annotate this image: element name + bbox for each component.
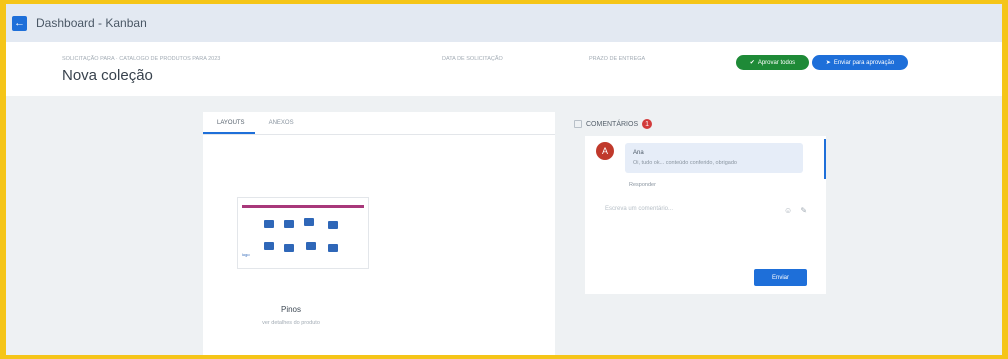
- tab-layouts[interactable]: LAYOUTS: [203, 112, 255, 134]
- deadline-label: PRAZO DE ENTREGA: [589, 56, 646, 62]
- layouts-panel: LAYOUTS ANEXOS logo Pinos ver detalhes d…: [203, 112, 555, 355]
- comments-title: COMENTÁRIOS: [586, 120, 639, 128]
- comment-author: Ana: [633, 150, 644, 156]
- product-details-link[interactable]: ver detalhes do produto: [203, 320, 379, 326]
- approve-all-label: Aprovar todos: [757, 59, 796, 66]
- thumbnail-item-icon: [328, 221, 338, 229]
- panel-tabs: LAYOUTS ANEXOS: [203, 112, 555, 135]
- page-title: Nova coleção: [62, 67, 153, 84]
- thumbnail-item-icon: [306, 242, 316, 250]
- product-name: Pinos: [280, 305, 301, 314]
- request-date-label: DATA DE SOLICITAÇÃO: [442, 56, 503, 62]
- page-header: SOLICITAÇÃO PARA · CATALOGO DE PRODUTOS …: [6, 42, 1002, 96]
- comment-bubble: Ana Oi, tudo ok... conteúdo conferido, o…: [625, 143, 803, 173]
- comments-panel: A Ana Oi, tudo ok... conteúdo conferido,…: [585, 136, 826, 294]
- check-icon: ✔: [749, 60, 755, 66]
- thumbnail-logo: logo: [242, 252, 250, 257]
- emoji-icon[interactable]: ☺ ✎: [784, 206, 810, 215]
- thumbnail-item-icon: [284, 244, 294, 252]
- comment-text: Oi, tudo ok... conteúdo conferido, obrig…: [633, 160, 737, 166]
- app-window: ← Dashboard - Kanban SOLICITAÇÃO PARA · …: [6, 4, 1002, 355]
- top-bar: ← Dashboard - Kanban: [6, 4, 1002, 42]
- collection-meta: SOLICITAÇÃO PARA · CATALOGO DE PRODUTOS …: [62, 56, 221, 62]
- thumbnail-item-icon: [328, 244, 338, 252]
- thumbnail-item-icon: [264, 220, 274, 228]
- comments-checkbox[interactable]: [574, 120, 582, 128]
- comments-scrollbar[interactable]: [824, 139, 826, 179]
- send-for-approval-label: Enviar para aprovação: [833, 59, 895, 66]
- comments-count-badge: 1: [642, 119, 653, 129]
- tab-attachments[interactable]: ANEXOS: [255, 112, 304, 134]
- thumbnail-item-icon: [264, 242, 274, 250]
- send-for-approval-button[interactable]: ➤ Enviar para aprovação: [812, 55, 908, 70]
- send-icon: ➤: [825, 60, 831, 66]
- comment-input[interactable]: Escreva um comentário...: [605, 206, 805, 220]
- approve-all-button[interactable]: ✔ Aprovar todos: [736, 55, 809, 70]
- thumbnail-banner: [242, 205, 364, 208]
- reply-link[interactable]: Responder: [629, 182, 656, 188]
- back-arrow-icon[interactable]: ←: [12, 15, 27, 31]
- send-comment-button[interactable]: Enviar: [754, 269, 807, 286]
- breadcrumb[interactable]: Dashboard - Kanban: [36, 16, 147, 30]
- thumbnail-item-icon: [304, 218, 314, 226]
- comments-header: COMENTÁRIOS 1: [574, 119, 653, 129]
- avatar: A: [596, 142, 614, 160]
- layout-thumbnail[interactable]: logo: [237, 197, 369, 269]
- thumbnail-item-icon: [284, 220, 294, 228]
